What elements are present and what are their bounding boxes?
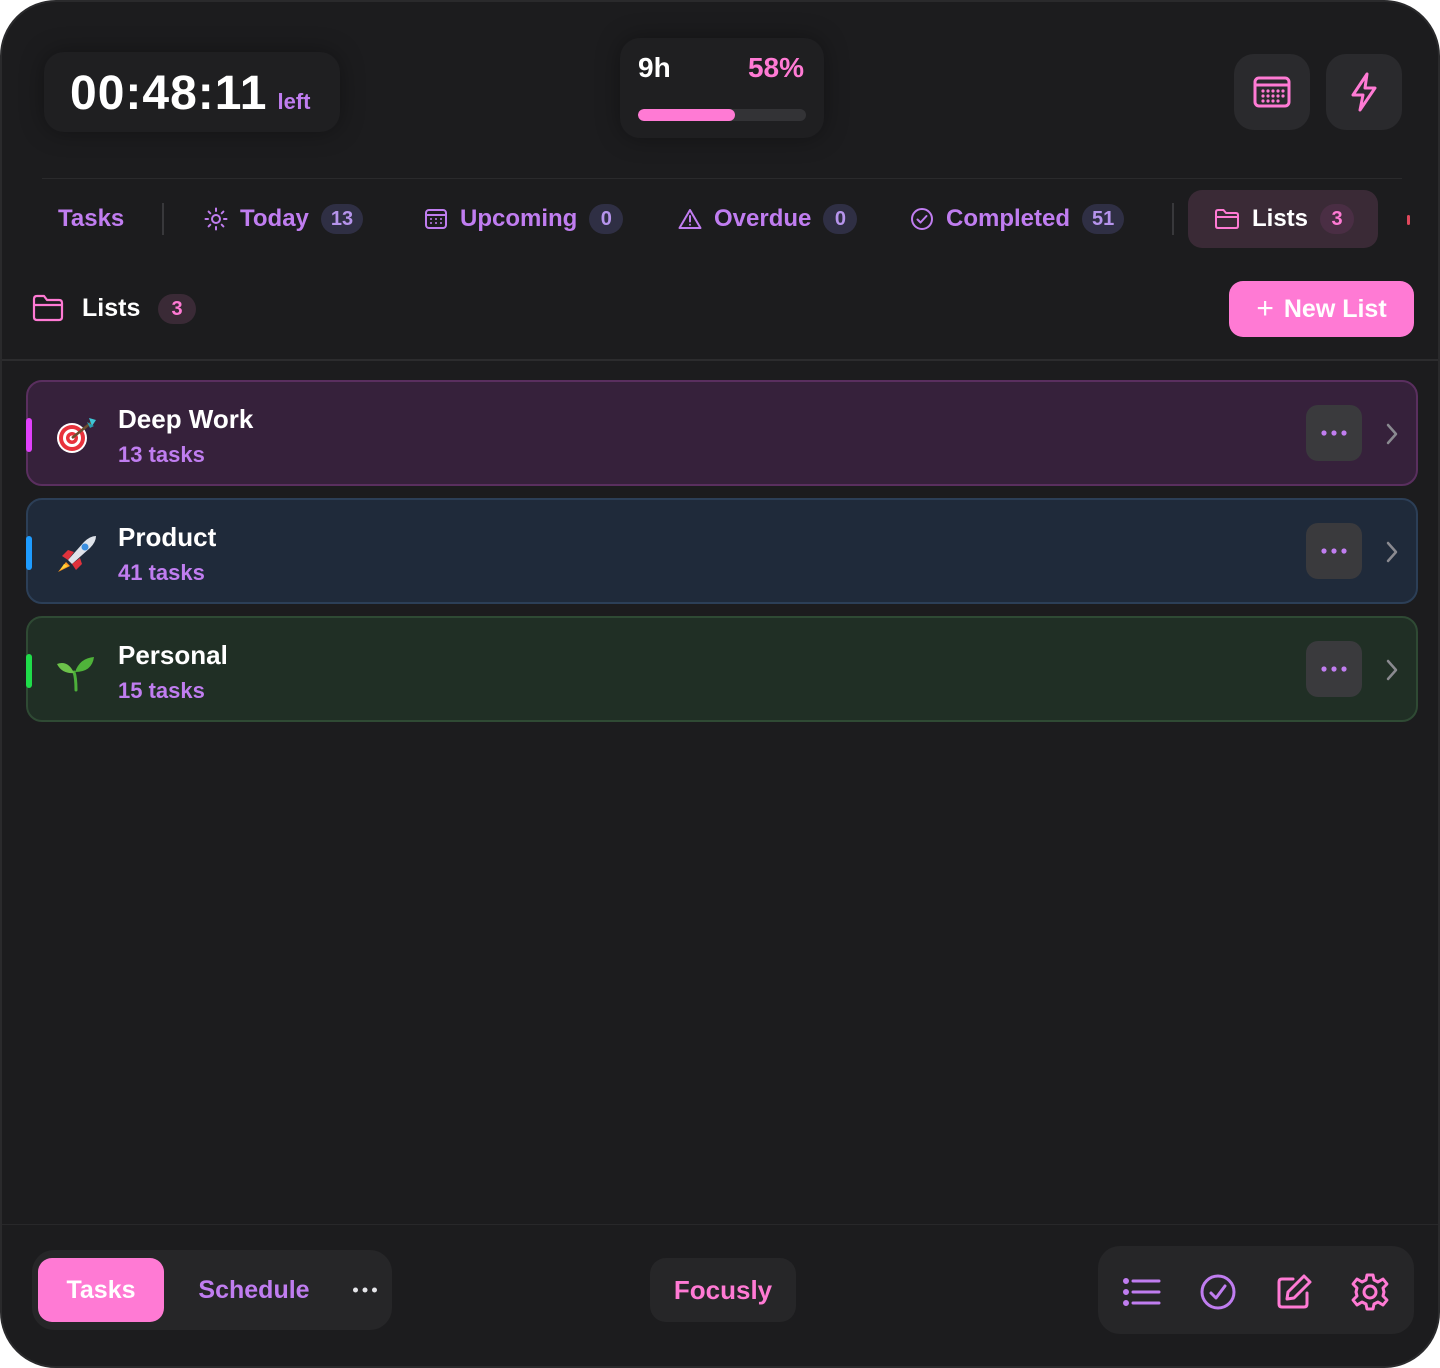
chevron-right-icon	[1386, 659, 1398, 681]
tab-count-badge: 0	[589, 204, 624, 234]
edit-icon	[1277, 1274, 1312, 1309]
list-color-bar	[26, 654, 32, 688]
folder-icon	[32, 294, 64, 327]
tab-label: Overdue	[714, 205, 812, 232]
complete-button[interactable]	[1198, 1272, 1238, 1312]
section-title: Lists	[82, 294, 141, 322]
tab-today[interactable]: Today 13	[204, 190, 364, 248]
list-task-count: 13 tasks	[118, 442, 205, 467]
tab-count-badge: 0	[823, 204, 858, 234]
view-switcher: Tasks Schedule	[32, 1250, 392, 1330]
view-tasks-button[interactable]: Tasks	[38, 1258, 164, 1322]
calendar-icon	[1253, 76, 1291, 108]
edit-button[interactable]	[1274, 1272, 1314, 1312]
header-divider	[42, 178, 1402, 179]
countdown-timer: 00:48:11 left	[44, 52, 340, 132]
calendar-button[interactable]	[1234, 54, 1310, 130]
list-more-button[interactable]	[1306, 405, 1362, 461]
list-item-deep-work[interactable]: Deep Work 13 tasks	[26, 380, 1418, 486]
gear-icon	[1351, 1273, 1389, 1311]
list-name: Product	[118, 522, 217, 552]
section-divider	[2, 359, 1438, 361]
tab-overdue[interactable]: Overdue 0	[678, 190, 858, 248]
chevron-right-icon	[1386, 541, 1398, 563]
chevron-right-icon	[1386, 423, 1398, 445]
tab-separator	[1172, 203, 1174, 235]
list-icon	[1123, 1278, 1161, 1306]
tab-lists[interactable]: Lists 3	[1188, 190, 1379, 248]
view-more-button[interactable]	[348, 1276, 382, 1304]
tab-upcoming[interactable]: Upcoming 0	[424, 190, 624, 248]
tab-label: Today	[240, 205, 309, 232]
folder-icon	[1214, 208, 1240, 230]
target-icon	[57, 418, 96, 453]
settings-button[interactable]	[1350, 1272, 1390, 1312]
quick-action-button[interactable]	[1326, 54, 1402, 130]
brand-button[interactable]: Focusly	[650, 1258, 796, 1322]
bolt-icon	[1351, 72, 1377, 112]
more-icon	[1321, 430, 1347, 436]
list-item-product[interactable]: Product 41 tasks	[26, 498, 1418, 604]
list-item-personal[interactable]: Personal 15 tasks	[26, 616, 1418, 722]
tab-overflow-indicator	[1407, 215, 1410, 225]
plus-icon: +	[1256, 292, 1274, 325]
tab-count-badge: 3	[1320, 204, 1355, 234]
day-progress: 9h 58%	[620, 38, 824, 138]
list-name: Personal	[118, 640, 228, 670]
list-task-count: 41 tasks	[118, 560, 205, 585]
new-list-button[interactable]: + New List	[1229, 281, 1414, 337]
bottom-divider	[2, 1224, 1438, 1225]
more-icon	[353, 1287, 377, 1293]
tab-count-badge: 13	[320, 204, 364, 234]
list-task-count: 15 tasks	[118, 678, 205, 703]
tab-label: Lists	[1252, 205, 1309, 232]
tab-separator	[162, 203, 164, 235]
warning-icon	[678, 208, 702, 230]
timer-suffix: left	[277, 89, 311, 114]
seedling-icon	[57, 657, 94, 692]
list-more-button[interactable]	[1306, 523, 1362, 579]
tab-label: Completed	[946, 205, 1071, 232]
check-circle-icon	[910, 207, 934, 231]
tab-label: Upcoming	[460, 205, 578, 232]
view-schedule-button[interactable]: Schedule	[180, 1258, 328, 1322]
toolbar	[1098, 1246, 1414, 1334]
check-circle-icon	[1200, 1274, 1236, 1310]
list-more-button[interactable]	[1306, 641, 1362, 697]
tab-tasks[interactable]: Tasks	[58, 190, 124, 248]
section-count-badge: 3	[158, 294, 196, 324]
app-window: 00:48:11 left 9h 58% Tasks Today 13 Upco…	[0, 0, 1440, 1368]
list-color-bar	[26, 418, 32, 452]
tab-count-badge: 51	[1082, 204, 1125, 234]
rocket-icon	[58, 536, 96, 572]
progress-hours: 9h	[638, 52, 671, 83]
list-name: Deep Work	[118, 404, 254, 434]
new-list-label: New List	[1283, 294, 1387, 323]
progress-percent: 58%	[747, 52, 804, 83]
sun-icon	[204, 207, 228, 231]
list-view-button[interactable]	[1122, 1272, 1162, 1312]
more-icon	[1321, 548, 1347, 554]
progress-track	[638, 109, 806, 121]
calendar-icon	[424, 208, 448, 230]
tab-bar: Tasks Today 13 Upcoming 0 Overdue 0 Comp…	[2, 190, 1438, 248]
tab-label: Tasks	[58, 205, 125, 232]
tab-completed[interactable]: Completed 51	[910, 190, 1125, 248]
timer-value: 00:48:11	[70, 67, 268, 120]
progress-fill	[638, 109, 736, 121]
list-color-bar	[26, 536, 32, 570]
more-icon	[1321, 666, 1347, 672]
